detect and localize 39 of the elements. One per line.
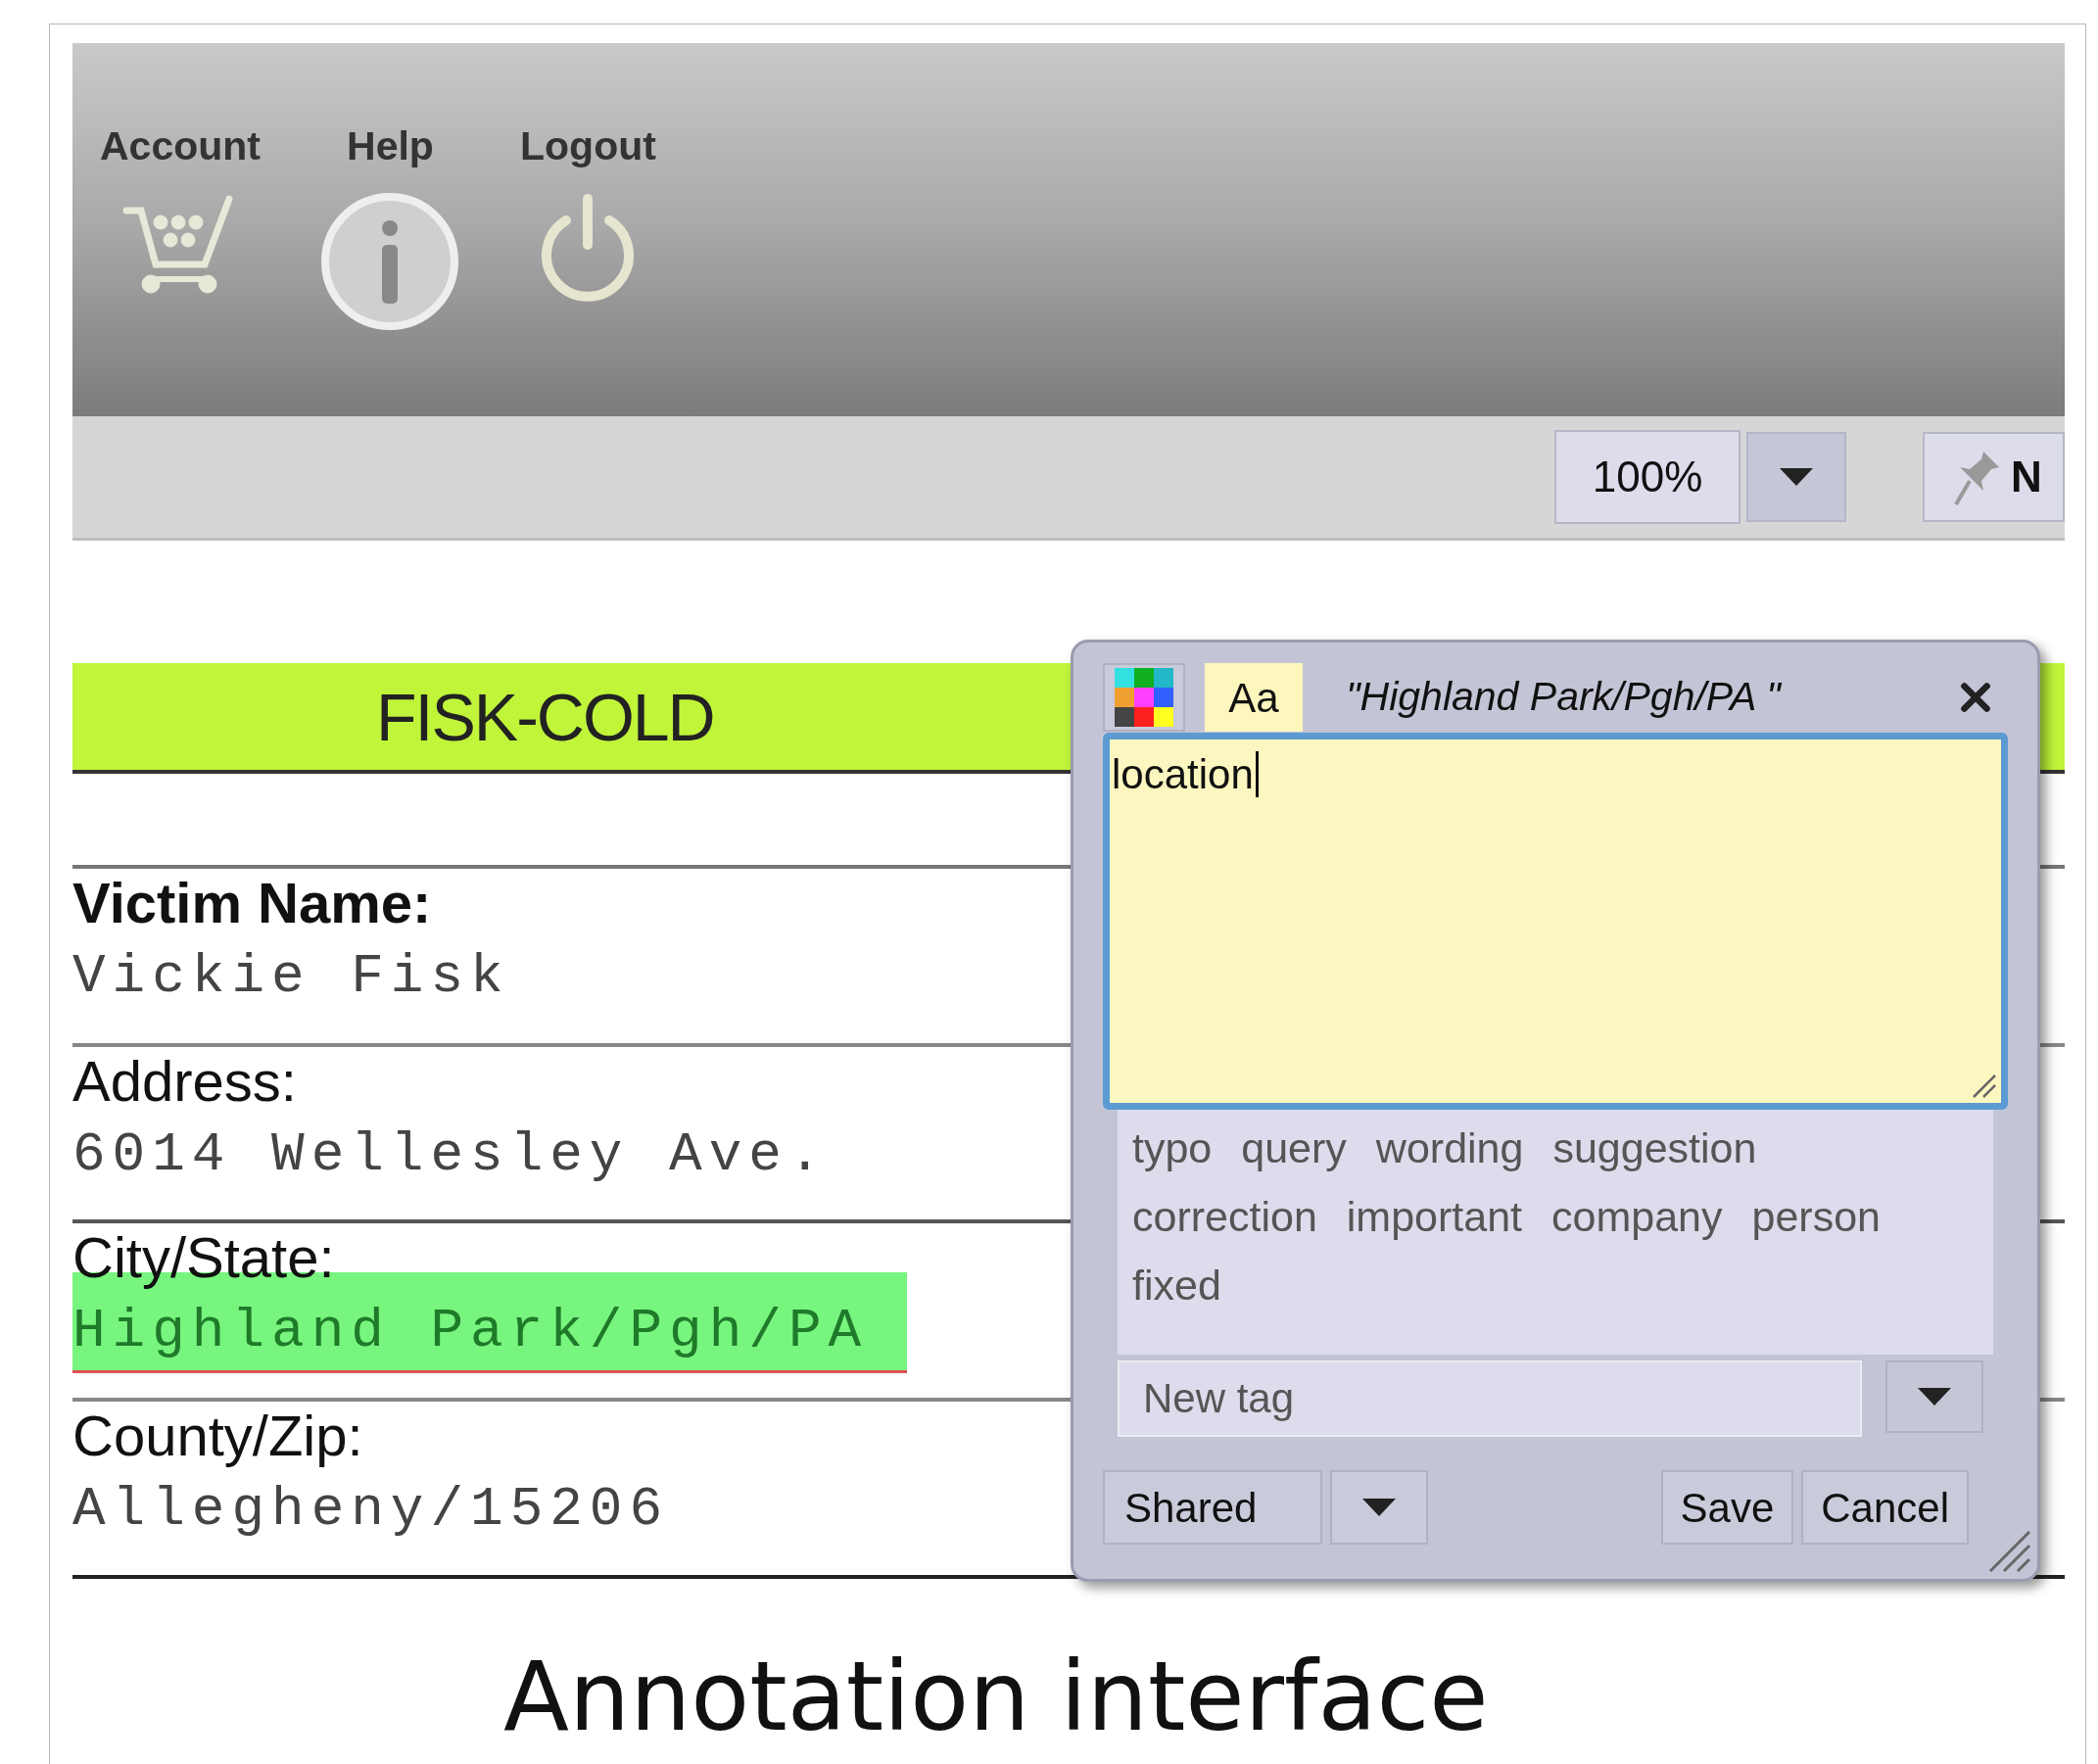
document-title: FISK-COLD [376,678,714,756]
caret-icon [1780,468,1813,486]
header-link[interactable]: Logout [520,117,656,177]
new-tag-field[interactable]: New tag [1118,1360,1862,1437]
header-link[interactable]: Account [100,117,261,177]
tag-link[interactable]: query [1241,1121,1347,1174]
field-value: 6014 Wellesley Ave. [72,1122,830,1188]
visibility-caret-button[interactable] [1330,1470,1428,1545]
tag-dropdown[interactable] [1885,1360,1983,1433]
annotation-quote: "Highland Park/Pgh/PA " [1346,673,1781,722]
caret-icon [1362,1499,1396,1516]
save-button[interactable]: Save [1660,1470,1794,1545]
caret-icon [1918,1388,1951,1406]
note-text: location [1112,751,1259,797]
field-value: Allegheny/15206 [72,1477,671,1543]
note-textarea[interactable]: location [1103,733,2008,1110]
tag-link[interactable]: suggestion [1552,1121,1757,1174]
info-icon[interactable] [319,190,461,333]
font-button[interactable]: Aa [1205,663,1303,732]
tag-link[interactable]: fixed [1132,1259,1221,1311]
field-value: Vickie Fisk [72,944,511,1010]
zoom-button[interactable]: 100% [1554,430,1740,524]
color-picker-button[interactable] [1103,663,1185,732]
field-label: Victim Name: [72,870,432,936]
visibility-dropdown[interactable]: Shared [1103,1470,1322,1545]
tag-link[interactable]: correction [1132,1190,1317,1243]
tag-link[interactable]: wording [1375,1121,1524,1174]
tag-link[interactable]: important [1346,1190,1523,1243]
color-grid-icon [1115,668,1173,727]
cancel-button[interactable]: Cancel [1801,1470,1969,1545]
zoom-dropdown[interactable] [1746,432,1846,522]
field-label: Address: [72,1048,297,1115]
header-link[interactable]: Help [347,117,434,177]
field-label: County/Zip: [72,1403,363,1469]
slide-caption: Annotation interface [502,1640,1490,1754]
tag-link[interactable]: person [1751,1190,1881,1243]
pin-button[interactable]: N [1923,432,2065,522]
tag-link[interactable]: company [1551,1190,1723,1243]
tag-link[interactable]: typo [1132,1121,1213,1174]
